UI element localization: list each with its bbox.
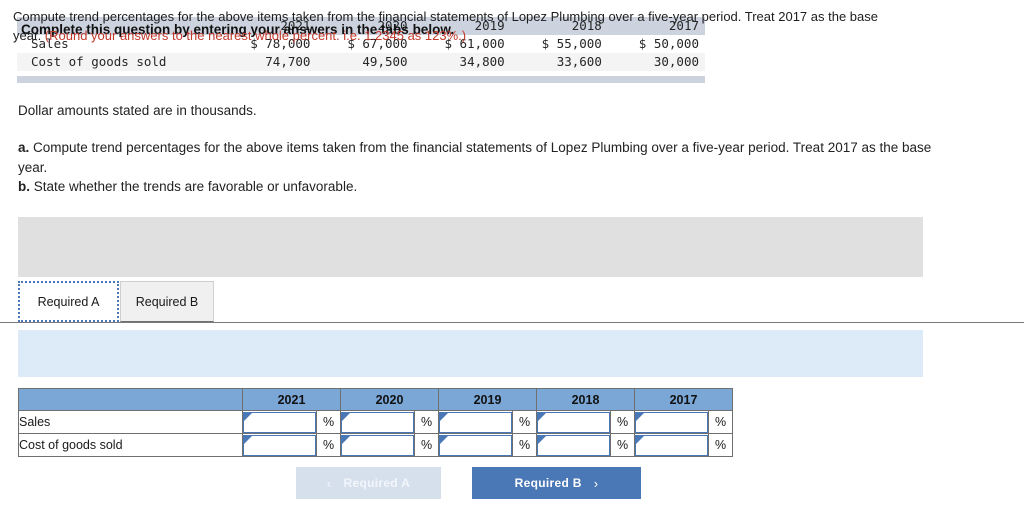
answer-corner-header	[18, 388, 243, 411]
prompt-b-label: b.	[18, 179, 30, 194]
answer-row-label-cogs: Cost of goods sold	[18, 433, 243, 457]
table-row: Cost of goods sold % % % % %	[18, 433, 733, 457]
sales-2017-cell[interactable]	[634, 410, 709, 434]
sales-2019-input[interactable]	[439, 411, 512, 433]
cogs-2018-cell[interactable]	[536, 433, 611, 457]
table-row: Sales % % % % %	[18, 410, 733, 434]
tab-required-a[interactable]: Required A	[18, 281, 119, 322]
requirement-text: Compute trend percentages for the above …	[13, 8, 893, 45]
sales-2017-percent: %	[708, 410, 733, 434]
cogs-2019-cell[interactable]	[438, 433, 513, 457]
cogs-2020-percent: %	[414, 433, 439, 457]
answer-header-2017: 2017	[634, 388, 733, 411]
answer-row-label-sales: Sales	[18, 410, 243, 434]
cogs-2021-input[interactable]	[243, 434, 316, 456]
tab-required-b-label: Required B	[135, 294, 199, 309]
prev-required-a-button[interactable]: ‹ Required A	[296, 467, 441, 499]
cogs-2017-input[interactable]	[635, 434, 708, 456]
sales-2018-cell[interactable]	[536, 410, 611, 434]
answer-table: 2021 2020 2019 2018 2017 Sales % % % % %	[18, 388, 733, 457]
sales-2019-cell[interactable]	[438, 410, 513, 434]
requirement-panel	[18, 330, 923, 377]
chevron-right-icon: ›	[593, 475, 599, 491]
cogs-2019-input[interactable]	[439, 434, 512, 456]
prompt-b-text: State whether the trends are favorable o…	[30, 179, 358, 194]
cogs-2021: 74,700	[219, 53, 317, 71]
cogs-2020-input[interactable]	[341, 434, 414, 456]
cogs-2021-percent: %	[316, 433, 341, 457]
cogs-2017: 30,000	[607, 53, 705, 71]
cogs-2017-cell[interactable]	[634, 433, 709, 457]
answer-header-row: 2021 2020 2019 2018 2017	[18, 388, 733, 411]
cogs-2019: 34,800	[413, 53, 511, 71]
table-row: Cost of goods sold 74,700 49,500 34,800 …	[17, 53, 705, 71]
answer-entry-table: 2021 2020 2019 2018 2017 Sales % % % % %	[18, 388, 733, 457]
sales-2018-percent: %	[610, 410, 635, 434]
sales-2020-input[interactable]	[341, 411, 414, 433]
tab-strip: Required A Required B	[0, 281, 1024, 323]
dollar-amounts-note: Dollar amounts stated are in thousands.	[18, 103, 257, 118]
data-row-label-cogs: Cost of goods sold	[17, 53, 220, 71]
cogs-2018: 33,600	[510, 53, 608, 71]
cogs-2017-percent: %	[708, 433, 733, 457]
chevron-left-icon: ‹	[326, 475, 332, 491]
cogs-2021-cell[interactable]	[242, 433, 317, 457]
prompt-a-text: Compute trend percentages for the above …	[18, 140, 932, 175]
tab-required-a-label: Required A	[37, 294, 100, 309]
cogs-2019-percent: %	[512, 433, 537, 457]
cogs-2018-percent: %	[610, 433, 635, 457]
prev-button-label: Required A	[343, 476, 411, 490]
sales-2019-percent: %	[512, 410, 537, 434]
prompt-a-label: a.	[18, 140, 30, 155]
tab-required-b[interactable]: Required B	[120, 281, 214, 322]
cogs-2018-input[interactable]	[537, 434, 610, 456]
cogs-2020: 49,500	[316, 53, 414, 71]
sales-2018-input[interactable]	[537, 411, 610, 433]
next-required-b-button[interactable]: Required B ›	[472, 467, 641, 499]
answer-header-2018: 2018	[536, 388, 635, 411]
requirement-rounding-note: (Round your answers to the nearest whole…	[44, 27, 467, 43]
answer-header-2021: 2021	[242, 388, 341, 411]
instruction-banner	[18, 217, 923, 277]
answer-header-2019: 2019	[438, 388, 537, 411]
cogs-2020-cell[interactable]	[340, 433, 415, 457]
data-table-footer-band	[17, 76, 705, 83]
tab-separator-rule	[0, 322, 1024, 323]
sales-2020-cell[interactable]	[340, 410, 415, 434]
sales-2017-input[interactable]	[635, 411, 708, 433]
sales-2021-input[interactable]	[243, 411, 316, 433]
next-button-label: Required B	[514, 476, 582, 490]
sales-2021-percent: %	[316, 410, 341, 434]
question-prompt: a. Compute trend percentages for the abo…	[18, 138, 958, 197]
sales-2020-percent: %	[414, 410, 439, 434]
answer-header-2020: 2020	[340, 388, 439, 411]
sales-2021-cell[interactable]	[242, 410, 317, 434]
